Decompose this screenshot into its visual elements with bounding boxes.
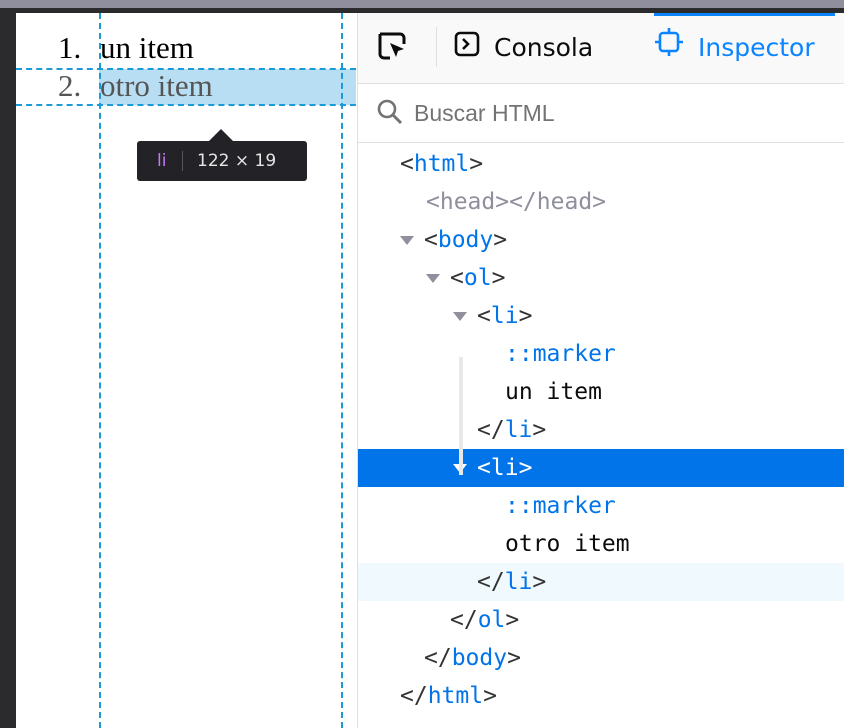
expand-arrow-icon[interactable] (426, 274, 440, 283)
tooltip-dimensions: 122 × 19 (197, 151, 277, 171)
inspector-icon (654, 14, 684, 84)
tag-name: li (504, 569, 533, 595)
search-html-input[interactable] (414, 96, 814, 130)
highlighter-tooltip: li 122 × 19 (137, 129, 307, 181)
guide-line-top (16, 68, 356, 70)
tag-name: ol (463, 265, 492, 291)
pseudo-element: ::marker (505, 493, 616, 519)
tree-node-ol-close[interactable]: </ol> (358, 601, 844, 639)
tag-name: ol (477, 607, 506, 633)
tag-name: html (427, 683, 484, 709)
tag-name: body (451, 645, 508, 671)
tree-node-marker[interactable]: ::marker (358, 335, 844, 373)
tag-name: li (490, 303, 519, 329)
list-item-text: un item (100, 30, 194, 65)
expand-arrow-icon[interactable] (400, 236, 414, 245)
tag-head: <head></head> (426, 189, 607, 215)
tag-name: body (437, 227, 494, 253)
devtools-panel: Consola Inspector Buscar HTML <html> <he… (357, 13, 844, 728)
html-search-bar (358, 84, 844, 143)
guide-line-bottom (16, 104, 356, 106)
list-item-text: otro item (100, 68, 213, 103)
guide-line-right (341, 13, 343, 728)
tab-console-label: Consola (494, 33, 594, 62)
tooltip-tag: li (157, 151, 167, 171)
pseudo-element: ::marker (505, 341, 616, 367)
tree-node-body[interactable]: <body> (358, 221, 844, 259)
tab-inspector-label: Inspector (698, 33, 815, 62)
tooltip-divider (182, 151, 183, 171)
tag-name: li (490, 455, 519, 481)
list-item-number: 1. (58, 30, 82, 65)
page-preview: 1. un item 2. otro item li 122 × 19 (16, 13, 356, 728)
toolbar-divider (436, 27, 437, 67)
text-node: otro item (505, 531, 630, 557)
indent-guide (459, 357, 463, 475)
tag-name: li (504, 417, 533, 443)
element-picker-icon[interactable] (376, 30, 408, 62)
tree-node-html-close[interactable]: </html> (358, 677, 844, 715)
console-icon (454, 14, 480, 84)
search-icon (376, 98, 404, 130)
tree-node-li-close[interactable]: </li> (358, 411, 844, 449)
tree-node-li[interactable]: <li> (358, 297, 844, 335)
tree-node-li-selected[interactable]: <li> (358, 449, 844, 487)
tree-node-marker[interactable]: ::marker (358, 487, 844, 525)
list-item: 1. un item (58, 29, 194, 67)
text-node: un item (505, 379, 602, 405)
devtools-toolbar: Consola Inspector (358, 13, 844, 84)
tab-console[interactable]: Consola (454, 13, 593, 83)
tree-node-li-close[interactable]: </li> (358, 563, 844, 601)
expand-arrow-icon[interactable] (453, 312, 467, 321)
tag-name: html (413, 151, 470, 177)
tree-node-html[interactable]: <html> (358, 145, 844, 183)
window-top-bar (0, 0, 844, 8)
list-item-selected: 2. otro item (58, 67, 213, 105)
tab-inspector[interactable]: Inspector (654, 13, 835, 84)
tree-node-body-close[interactable]: </body> (358, 639, 844, 677)
browser-frame: 1. un item 2. otro item li 122 × 19 Cons… (16, 13, 844, 728)
tree-node-head[interactable]: <head></head> (358, 183, 844, 221)
guide-line-left (99, 13, 101, 728)
tree-node-text[interactable]: otro item (358, 525, 844, 563)
tree-node-text[interactable]: un item (358, 373, 844, 411)
tree-node-ol[interactable]: <ol> (358, 259, 844, 297)
list-item-number: 2. (58, 68, 82, 103)
